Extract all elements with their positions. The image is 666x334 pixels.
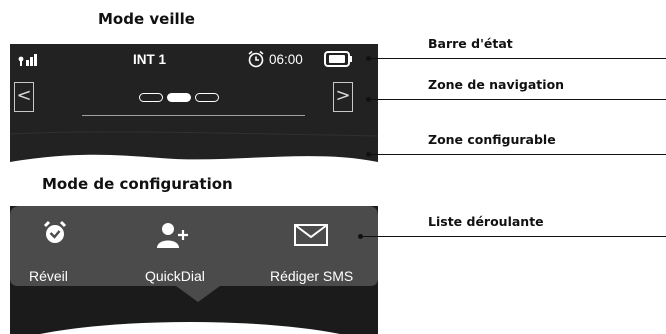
- signal-icon: [18, 54, 37, 66]
- envelope-icon[interactable]: [294, 224, 328, 246]
- config-mode-heading: Mode de configuration: [42, 175, 233, 193]
- standby-screen: INT 1 06:00 < >: [10, 44, 378, 177]
- callout-navigation-zone: Zone de navigation: [428, 77, 565, 92]
- config-item-label-quickdial[interactable]: QuickDial: [145, 268, 205, 284]
- config-item-label-sms[interactable]: Rédiger SMS: [270, 268, 353, 284]
- callout-configurable-zone: Zone configurable: [428, 132, 556, 147]
- clock-time: 06:00: [269, 52, 303, 67]
- page-indicator-2-active: [167, 93, 191, 102]
- callout-line-scroll-list: [361, 236, 666, 237]
- alarm-clock-icon: [248, 50, 264, 68]
- standby-mode-heading: Mode veille: [98, 10, 195, 28]
- callout-line-status-bar: [369, 58, 666, 59]
- add-contact-icon[interactable]: [157, 222, 191, 248]
- callout-scroll-list: Liste déroulante: [428, 214, 544, 229]
- internal-line-label: INT 1: [133, 52, 167, 67]
- callout-status-bar: Barre d'état: [428, 36, 513, 51]
- nav-next-button[interactable]: >: [333, 82, 353, 112]
- navigation-divider: [82, 115, 305, 116]
- battery-icon: [324, 51, 352, 67]
- alarm-clock-icon[interactable]: [42, 220, 68, 246]
- config-item-label-reveil[interactable]: Réveil: [29, 268, 68, 284]
- callout-line-navigation: [369, 99, 666, 100]
- page-indicator-3: [195, 93, 219, 102]
- nav-previous-button[interactable]: <: [14, 82, 34, 112]
- page-indicator-1: [139, 93, 163, 102]
- callout-line-configurable: [369, 154, 666, 155]
